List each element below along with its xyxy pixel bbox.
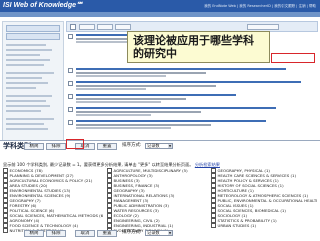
select-all-checkbox[interactable] [70, 24, 76, 30]
chevron-down-icon: ▼ [168, 144, 172, 148]
cancel-button[interactable]: 取消 [75, 230, 95, 237]
category-grid: ECONOMICS (78) AGRICULTURE, MULTIDISCIPLI… [3, 168, 318, 233]
record-meta [76, 75, 166, 77]
sidebar-item[interactable] [6, 77, 42, 79]
sidebar-tab[interactable] [6, 33, 60, 40]
refine-button[interactable]: 精简 [24, 143, 44, 150]
record-checkbox[interactable] [68, 34, 73, 39]
annotation-callout: 该理论被应用于哪些学科的研究中 [127, 31, 270, 63]
record-checkbox[interactable] [68, 81, 73, 86]
result-record[interactable] [68, 106, 314, 118]
record-meta [76, 98, 186, 100]
result-record[interactable] [68, 119, 314, 131]
sidebar-item[interactable] [6, 82, 48, 84]
record-title[interactable] [76, 107, 276, 109]
panel-hint: 显示前 100 个学科类别, 最少记录数 = 1。要获得更多分析结果, 请单击 … [3, 162, 220, 167]
sidebar-item[interactable] [6, 49, 52, 51]
record-meta [76, 111, 201, 113]
sidebar-item[interactable] [6, 123, 44, 125]
sort-label: 排序方式: [122, 143, 142, 148]
record-meta [76, 127, 171, 129]
analyze-results-link[interactable]: 分析检索结果 [195, 162, 220, 167]
sidebar-item[interactable] [6, 59, 50, 61]
result-record[interactable] [68, 80, 314, 92]
record-meta [76, 85, 216, 87]
toolbar-button[interactable] [97, 24, 113, 30]
sidebar-item[interactable] [6, 110, 41, 112]
highlight-box [271, 53, 315, 63]
toolbar-button[interactable] [115, 24, 131, 30]
highlight-box [66, 139, 84, 149]
sidebar-item[interactable] [6, 44, 46, 46]
result-record[interactable] [68, 93, 314, 105]
exclude-button[interactable]: 排除 [46, 143, 66, 150]
record-meta [76, 88, 146, 90]
sort-select[interactable]: 记录数 ▼ [145, 230, 173, 236]
sidebar-item[interactable] [6, 118, 54, 120]
site-logo[interactable]: ISI Web of Knowledge℠ [3, 1, 83, 11]
sidebar-item[interactable] [6, 64, 44, 66]
record-title[interactable] [76, 68, 286, 70]
record-meta [76, 101, 161, 103]
sidebar-tab[interactable] [6, 25, 60, 32]
record-title[interactable] [76, 81, 301, 83]
sidebar-item[interactable] [6, 54, 40, 56]
nav-subbar [0, 12, 320, 17]
refine-button[interactable]: 精简 [24, 230, 44, 237]
toolbar-button[interactable] [247, 24, 279, 30]
record-meta [76, 72, 206, 74]
top-banner: ISI Web of Knowledge℠ 我的 EndNote Web | 我… [0, 0, 320, 12]
sort-label: 排序方式: [122, 230, 142, 235]
reset-button[interactable]: 重置 [97, 143, 117, 150]
reset-button[interactable]: 重置 [97, 230, 117, 237]
sidebar-item[interactable] [6, 72, 54, 74]
chevron-down-icon: ▼ [168, 231, 172, 235]
toolbar-button[interactable] [79, 24, 95, 30]
panel-footer: 精简 排除 取消 重置 排序方式: 记录数 ▼ [0, 228, 320, 240]
record-checkbox[interactable] [68, 68, 73, 73]
sort-select[interactable]: 记录数 ▼ [145, 143, 173, 149]
record-title[interactable] [76, 94, 236, 96]
result-record[interactable] [68, 67, 314, 79]
record-checkbox[interactable] [68, 94, 73, 99]
sidebar-item[interactable] [6, 105, 50, 107]
record-meta [76, 114, 151, 116]
record-checkbox[interactable] [68, 120, 73, 125]
header-links[interactable]: 我的 EndNote Web | 我的 ResearcherID | 我的引文跟… [204, 3, 316, 9]
sidebar-item[interactable] [6, 87, 36, 89]
sidebar-item[interactable] [6, 100, 46, 102]
record-checkbox[interactable] [68, 107, 73, 112]
record-title[interactable] [76, 120, 266, 122]
record-meta [76, 124, 211, 126]
sidebar-item[interactable] [6, 128, 48, 130]
sidebar-item[interactable] [6, 95, 52, 97]
exclude-button[interactable]: 排除 [46, 230, 66, 237]
